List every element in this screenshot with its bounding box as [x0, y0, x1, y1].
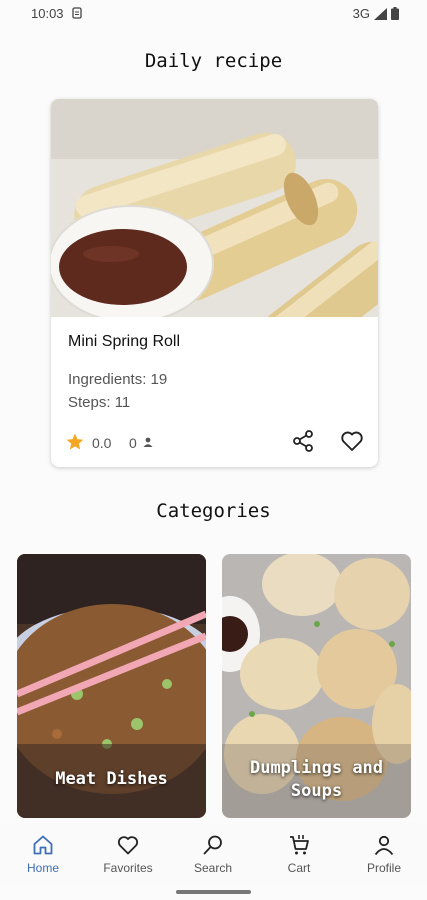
category-label: Dumplings and Soups [249, 758, 384, 801]
signal-icon [374, 7, 387, 20]
nav-label-search: Search [193, 861, 233, 875]
recipe-ingredients: Ingredients: 19 [68, 371, 168, 388]
sim-card-icon [72, 7, 82, 19]
nav-item-favorites[interactable]: Favorites [88, 833, 168, 881]
nav-label-home: Home [26, 861, 59, 875]
nav-item-profile[interactable]: Profile [344, 833, 424, 881]
cart-icon [290, 835, 309, 855]
person-icon [143, 437, 153, 447]
daily-recipe-card[interactable]: Mini Spring Roll Ingredients: 19 Steps: … [51, 99, 378, 467]
status-time: 10:03 [31, 6, 64, 21]
bottom-navigation: Home Favorites Search Cart Profile [0, 823, 427, 885]
category-meat-dishes[interactable]: Meat Dishes [17, 554, 206, 818]
home-indicator[interactable] [176, 890, 251, 894]
nav-label-favorites: Favorites [103, 861, 153, 875]
nav-item-search[interactable]: Search [173, 833, 253, 881]
person-icon [374, 835, 394, 856]
heart-icon [117, 836, 139, 855]
recipe-steps: Steps: 11 [68, 394, 131, 411]
recipe-name: Mini Spring Roll [68, 333, 181, 350]
recipe-image [51, 99, 378, 317]
nav-label-profile: Profile [366, 861, 401, 875]
category-label: Meat Dishes [55, 769, 168, 789]
reviews-count: 0 [129, 435, 137, 451]
favorite-button[interactable] [339, 428, 365, 454]
search-icon [203, 835, 222, 855]
nav-item-home[interactable]: Home [3, 833, 83, 881]
categories-title: Categories [156, 500, 271, 522]
rating-value: 0.0 [92, 435, 112, 451]
daily-recipe-title: Daily recipe [144, 50, 283, 72]
nav-label-cart: Cart [287, 861, 311, 875]
nav-item-cart[interactable]: Cart [259, 833, 339, 881]
category-dumplings-and-soups[interactable]: Dumplings and Soups [222, 554, 411, 818]
home-icon [33, 835, 53, 855]
status-bar: 10:03 3G [0, 0, 427, 28]
share-button[interactable] [290, 428, 316, 454]
network-type: 3G [352, 6, 370, 21]
star-icon [66, 433, 84, 450]
battery-icon [391, 7, 399, 20]
